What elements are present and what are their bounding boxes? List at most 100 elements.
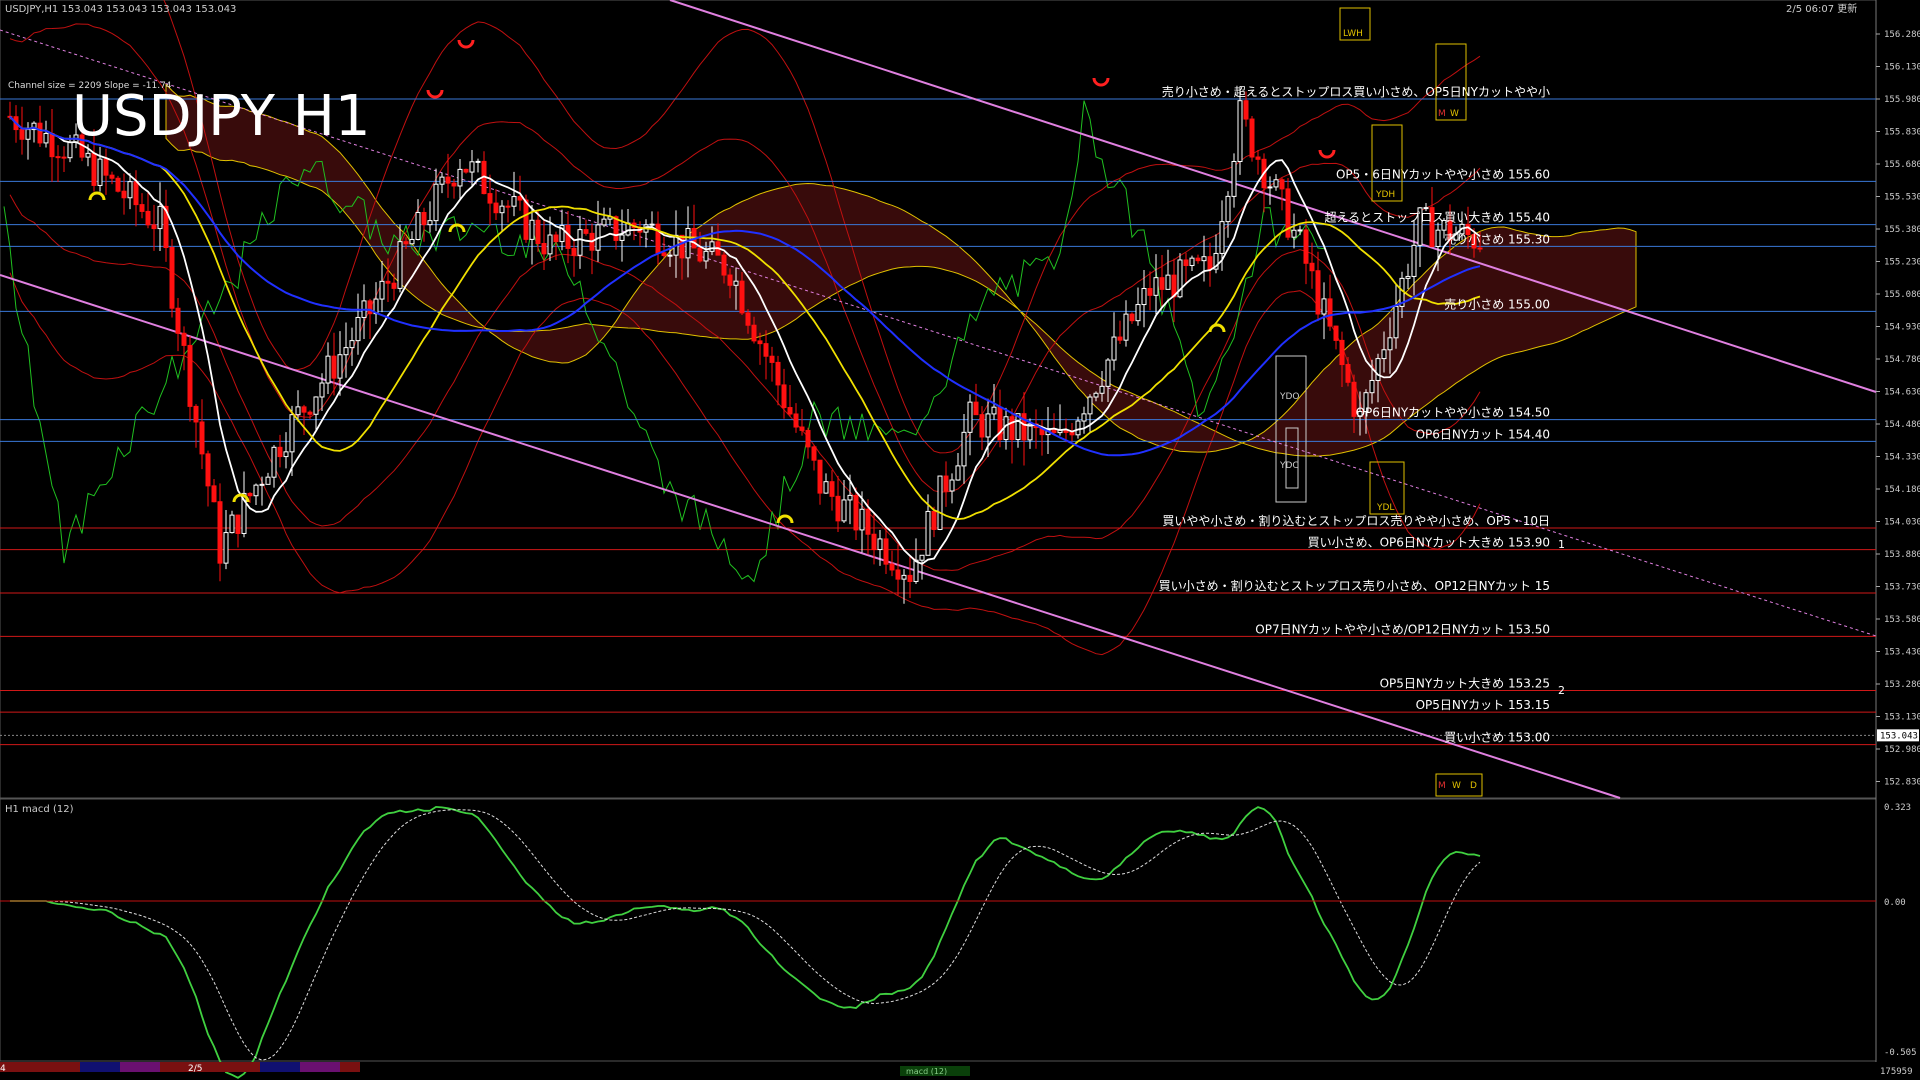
candle-body: [25, 129, 31, 140]
candle-body: [1321, 298, 1327, 315]
price-tick-label: 153.580: [1884, 615, 1920, 625]
candle-body: [1339, 339, 1345, 366]
w-marker-top: W: [1450, 109, 1459, 119]
chart-canvas[interactable]: 売り小さめ・超えるとストップロス買い小さめ、OP5日NYカットやや小 OP5・6日…: [0, 0, 1920, 1080]
channel-point-2: 2: [1558, 684, 1565, 697]
candle-body: [313, 396, 319, 415]
candle-body: [379, 280, 385, 300]
price-tick-label: 154.180: [1884, 485, 1920, 495]
candle-body: [1099, 385, 1105, 394]
d-marker: D: [1470, 781, 1477, 791]
candle-body: [781, 384, 787, 409]
price-tick-label: 153.430: [1884, 648, 1920, 658]
candle-body: [535, 219, 541, 245]
price-tick-label: 156.130: [1884, 63, 1920, 73]
price-tick-label: 154.030: [1884, 518, 1920, 528]
candle-body: [277, 446, 283, 458]
price-tick-label: 154.630: [1884, 388, 1920, 398]
macd-tab-label[interactable]: macd (12): [906, 1067, 947, 1076]
candle-body: [85, 152, 91, 158]
candle-body: [907, 574, 913, 582]
candle-body: [577, 229, 583, 256]
candle-body: [367, 300, 373, 315]
price-tick-label: 155.380: [1884, 225, 1920, 235]
candle-body: [127, 181, 133, 199]
candle-body: [859, 508, 865, 531]
candle-body: [1477, 247, 1483, 250]
candle-body: [211, 485, 217, 503]
price-tick-label: 155.230: [1884, 258, 1920, 268]
candle-body: [733, 280, 739, 286]
candle-body: [103, 158, 109, 176]
candle-body: [331, 355, 337, 379]
candle-body: [43, 132, 49, 144]
level-label: OP5日NYカット大きめ 153.25: [1380, 677, 1550, 691]
candle-body: [1093, 392, 1099, 398]
candle-body: [1381, 349, 1387, 360]
macd-axis-zero: 0.00: [1884, 898, 1906, 908]
candle-body: [913, 559, 919, 582]
candle-body: [97, 158, 103, 186]
price-tick-label: 154.330: [1884, 453, 1920, 463]
candle-body: [775, 361, 781, 386]
candle-body: [265, 476, 271, 485]
candle-body: [853, 494, 859, 531]
candle-body: [235, 514, 241, 534]
candle-body: [1147, 288, 1153, 296]
candle-body: [439, 176, 445, 185]
candle-body: [1279, 179, 1285, 190]
candle-body: [1333, 325, 1339, 341]
candle-body: [901, 574, 907, 580]
candle-body: [121, 190, 127, 199]
bottom-bar[interactable]: 4 2/5 macd (12) 175959: [0, 1062, 1913, 1077]
candle-body: [1105, 359, 1111, 387]
candle-body: [469, 161, 475, 173]
candle-body: [1345, 364, 1351, 383]
m-marker-bottom: M: [1438, 781, 1446, 791]
candle-body: [1141, 288, 1147, 306]
lwh-marker: LWH: [1343, 29, 1363, 39]
candle-body: [1153, 277, 1159, 296]
candle-body: [283, 451, 289, 458]
macd-pane[interactable]: [0, 798, 1877, 1062]
current-price-label: 153.043: [1880, 731, 1918, 741]
level-label: 売り小さめ 155.30: [1444, 231, 1550, 246]
candle-body: [841, 499, 847, 522]
candle-body: [955, 465, 961, 481]
candle-body: [523, 199, 529, 240]
candle-body: [427, 220, 433, 226]
candle-body: [433, 183, 439, 222]
candle-body: [757, 340, 763, 345]
price-tick-label: 152.830: [1884, 778, 1920, 788]
bottom-right-value: 175959: [1880, 1067, 1913, 1077]
candle-body: [295, 406, 301, 416]
candle-body: [181, 332, 187, 346]
candle-body: [799, 426, 805, 431]
candle-body: [655, 223, 661, 254]
candle-body: [1309, 262, 1315, 272]
date-label: 2/5: [188, 1064, 202, 1074]
candle-body: [961, 431, 967, 467]
candle-body: [421, 212, 427, 226]
candle-body: [1303, 229, 1309, 264]
candle-body: [649, 223, 655, 226]
candle-body: [763, 343, 769, 357]
candle-body: [1411, 244, 1417, 277]
level-label: OP6日NYカットやや小さめ 154.50: [1356, 406, 1550, 420]
candle-body: [721, 254, 727, 276]
price-tick-label: 156.280: [1884, 30, 1920, 40]
candle-body: [943, 475, 949, 492]
candle-body: [1231, 160, 1237, 197]
price-axis[interactable]: 156.280 156.130 155.980 155.830 155.680 155.5…: [1876, 30, 1920, 788]
candle-body: [1327, 298, 1333, 327]
channel-point-1: 1: [1558, 538, 1565, 551]
candle-body: [301, 406, 307, 413]
candle-body: [457, 168, 463, 187]
candle-body: [271, 446, 277, 478]
price-tick-label: 154.780: [1884, 355, 1920, 365]
candle-body: [337, 354, 343, 379]
candle-body: [229, 514, 235, 534]
candle-body: [847, 494, 853, 501]
candle-body: [187, 344, 193, 407]
candle-body: [1201, 256, 1207, 262]
